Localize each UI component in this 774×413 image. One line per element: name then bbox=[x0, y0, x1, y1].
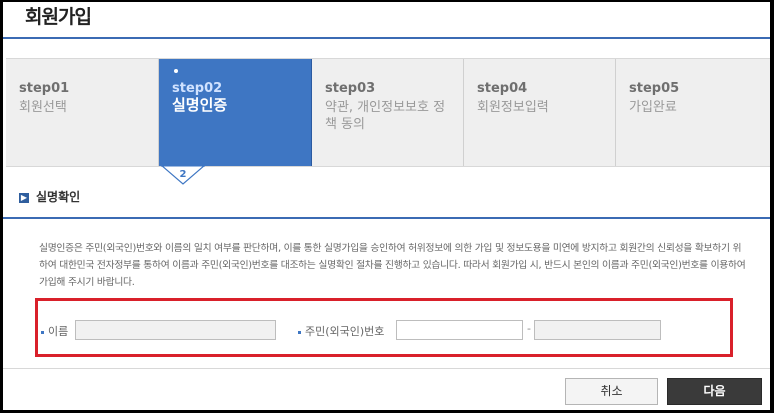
footer-divider bbox=[3, 368, 770, 369]
step-3-number: step03 bbox=[325, 81, 376, 96]
step-4: step04 회원정보입력 bbox=[464, 59, 616, 166]
section-heading: ▶ 실명확인 bbox=[19, 188, 80, 205]
step-5-name: 가입완료 bbox=[629, 100, 677, 115]
step-2-active: step02 실명인증 bbox=[159, 59, 312, 166]
signup-window: 회원가입 step01 회원선택 step02 실명인증 step03 약관, … bbox=[3, 2, 770, 410]
ssn-separator: - bbox=[527, 322, 531, 335]
step-1-name: 회원선택 bbox=[19, 100, 67, 115]
description-text: 실명인증은 주민(외국인)번호와 이름의 일치 여부를 판단하며, 이를 통한 … bbox=[39, 243, 746, 288]
ssn-label: 주민(외국인)번호 bbox=[298, 323, 384, 339]
name-label-text: 이름 bbox=[48, 325, 69, 338]
step-5-number: step05 bbox=[629, 81, 680, 96]
step-4-number: step04 bbox=[477, 81, 528, 96]
bullet-icon bbox=[298, 330, 301, 334]
step-5: step05 가입완료 bbox=[616, 59, 770, 166]
cancel-button[interactable]: 취소 bbox=[565, 378, 658, 405]
step-2-number: step02 bbox=[172, 81, 223, 96]
name-input[interactable] bbox=[75, 320, 276, 340]
step-indicator: step01 회원선택 step02 실명인증 step03 약관, 개인정보보… bbox=[6, 58, 770, 167]
step-3: step03 약관, 개인정보보호 정책 동의 bbox=[312, 59, 464, 166]
step-3-name: 약관, 개인정보보호 정책 동의 bbox=[325, 100, 446, 132]
step-1: step01 회원선택 bbox=[6, 59, 159, 166]
section-title: 실명확인 bbox=[36, 190, 81, 204]
section-divider bbox=[3, 217, 770, 219]
step-4-name: 회원정보입력 bbox=[477, 100, 549, 115]
step-1-number: step01 bbox=[19, 81, 70, 96]
next-button[interactable]: 다음 bbox=[667, 378, 762, 405]
section-arrow-icon: ▶ bbox=[19, 192, 29, 203]
step-pointer-number: 2 bbox=[180, 169, 187, 180]
ssn-back-input[interactable] bbox=[534, 320, 661, 340]
title-divider bbox=[3, 37, 770, 39]
active-dot-icon bbox=[174, 69, 178, 73]
step-pointer-icon: 2 bbox=[161, 165, 205, 185]
step-2-name: 실명인증 bbox=[172, 96, 228, 114]
ssn-label-text: 주민(외국인)번호 bbox=[305, 325, 385, 338]
page-title: 회원가입 bbox=[25, 6, 92, 28]
bullet-icon bbox=[41, 330, 44, 334]
name-label: 이름 bbox=[41, 323, 68, 339]
ssn-front-input[interactable] bbox=[396, 320, 523, 340]
